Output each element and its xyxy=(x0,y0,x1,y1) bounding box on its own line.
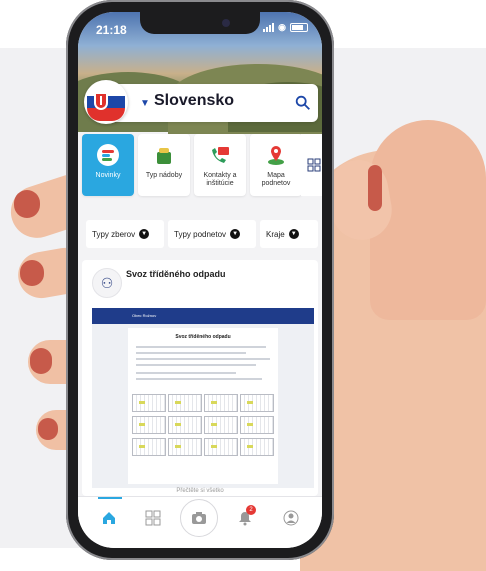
user-icon xyxy=(283,510,299,526)
active-indicator xyxy=(98,497,122,499)
document-page: Svoz tříděného odpadu xyxy=(128,328,278,484)
calendar-month xyxy=(240,394,274,412)
tile-news[interactable]: Novinky xyxy=(82,134,134,196)
tile-news-label: Novinky xyxy=(95,172,121,179)
post-title: Svoz tříděného odpadu xyxy=(126,269,226,279)
fingernail xyxy=(30,348,52,374)
phone-icon xyxy=(209,144,231,166)
read-more-link[interactable]: Přečtěte si všetko xyxy=(82,488,318,494)
tile-bin-type-label: Typ nádoby xyxy=(145,172,183,179)
news-icon xyxy=(97,144,119,166)
tile-bin-type[interactable]: Typ nádoby xyxy=(138,134,190,196)
document-header: Obec Rožnov xyxy=(92,308,314,324)
nav-notifications[interactable]: 2 xyxy=(234,505,256,529)
grid-icon xyxy=(307,158,321,172)
filter-label: Typy podnetov xyxy=(174,229,227,239)
filter-label: Kraje xyxy=(266,229,285,239)
fingernail xyxy=(20,260,44,286)
nav-home[interactable] xyxy=(98,507,120,529)
calendar-month xyxy=(204,394,238,412)
filter-collection-types[interactable]: Typy zberov ▼ xyxy=(86,220,164,248)
calendar-month xyxy=(240,416,274,434)
calendar-month xyxy=(204,438,238,456)
wifi-icon: ◉ xyxy=(278,22,286,32)
post-document-preview[interactable]: Obec Rožnov Svoz tříděného odpadu xyxy=(92,308,314,488)
tile-map[interactable]: Mapa podnetov xyxy=(250,134,302,196)
fingernail xyxy=(38,418,58,440)
thumbnail xyxy=(368,165,382,211)
calendar-month xyxy=(132,438,166,456)
tile-contacts[interactable]: Kontakty a inštitúcie xyxy=(194,134,246,196)
region-name[interactable]: Slovensko xyxy=(154,92,234,110)
calendar-month xyxy=(132,416,166,434)
document-org: Obec Rožnov xyxy=(132,313,157,318)
chevron-down-icon: ▼ xyxy=(139,229,150,239)
chevron-down-icon: ▼ xyxy=(230,229,241,239)
calendar-month xyxy=(168,416,202,434)
news-post[interactable]: ⚇ Svoz tříděného odpadu Obec Rožnov Svoz… xyxy=(82,260,318,496)
chevron-down-icon[interactable]: ▼ xyxy=(140,98,150,109)
battery-icon xyxy=(290,23,308,32)
more-tiles-button[interactable] xyxy=(301,134,322,196)
chevron-down-icon: ▼ xyxy=(288,229,299,239)
bottom-navigation: 2 xyxy=(78,496,322,548)
home-icon xyxy=(103,512,115,524)
filter-report-types[interactable]: Typy podnetov ▼ xyxy=(168,220,256,248)
calendar-month xyxy=(204,416,238,434)
slovakia-flag-icon xyxy=(84,80,128,124)
document-heading: Svoz tříděného odpadu xyxy=(175,334,231,340)
nav-camera[interactable] xyxy=(180,499,218,537)
search-icon[interactable] xyxy=(294,94,312,112)
status-time: 21:18 xyxy=(96,23,127,37)
nav-grid[interactable] xyxy=(142,507,164,529)
phone-notch xyxy=(140,12,260,34)
calendar-month xyxy=(132,394,166,412)
bin-icon xyxy=(153,144,175,166)
app-screen: 21:18 ◉ ▼ Slovensko Novinky Typ nádoby K… xyxy=(78,12,322,548)
camera-icon xyxy=(192,512,206,524)
camera-lens xyxy=(222,19,230,27)
calendar-month xyxy=(168,394,202,412)
filter-label: Typy zberov xyxy=(92,229,136,239)
grid-icon xyxy=(145,510,161,526)
nav-profile[interactable] xyxy=(280,507,302,529)
fingernail xyxy=(14,190,40,218)
map-pin-icon xyxy=(265,144,287,166)
notification-badge: 2 xyxy=(246,505,256,515)
calendar-month xyxy=(240,438,274,456)
filter-regions[interactable]: Kraje ▼ xyxy=(260,220,318,248)
calendar-month xyxy=(168,438,202,456)
signal-icon xyxy=(263,23,275,32)
filter-bar: Typy zberov ▼ Typy podnetov ▼ Kraje ▼ xyxy=(78,220,322,250)
tile-map-label: Mapa podnetov xyxy=(261,172,291,187)
municipality-avatar: ⚇ xyxy=(92,268,122,298)
tile-contacts-label: Kontakty a inštitúcie xyxy=(203,172,237,187)
